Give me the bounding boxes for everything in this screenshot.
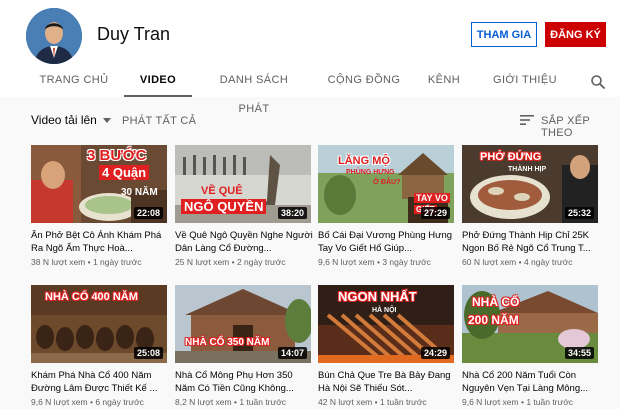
subscribe-button[interactable]: ĐĂNG KÝ bbox=[545, 22, 606, 47]
video-thumbnail[interactable]: 3 BƯỚC 4 Quận 30 NĂM 22:08 bbox=[31, 145, 167, 223]
video-duration: 22:08 bbox=[133, 207, 163, 219]
video-views: 8,2 N lượt xem bbox=[175, 397, 232, 407]
video-title[interactable]: Nhà Cổ 200 Năm Tuổi Còn Nguyên Vẹn Tại L… bbox=[462, 369, 602, 395]
channel-avatar[interactable] bbox=[26, 8, 82, 64]
thumbnail-text: NGON NHẤT bbox=[338, 289, 417, 304]
thumbnail-text: Ở ĐÂU? bbox=[373, 179, 401, 186]
sort-icon[interactable] bbox=[520, 114, 534, 126]
uploads-filter[interactable]: Video tải lên bbox=[31, 113, 111, 127]
video-duration: 25:32 bbox=[564, 207, 594, 219]
video-thumbnail[interactable]: LĂNG MỘ PHÙNG HƯNG Ở ĐÂU? TAY VO GIẾT 27… bbox=[318, 145, 454, 223]
avatar-image bbox=[26, 8, 82, 64]
thumbnail-text: PHỞ ĐỨNG bbox=[480, 151, 542, 163]
thumbnail-text: NHÀ CỔ 400 NĂM bbox=[45, 291, 138, 303]
video-meta: 42 N lượt xem • 1 tuần trước bbox=[318, 397, 427, 407]
video-views: 42 N lượt xem bbox=[318, 397, 373, 407]
video-duration: 25:08 bbox=[133, 347, 163, 359]
tab-videos[interactable]: VIDEO bbox=[124, 66, 192, 97]
thumbnail-text: HÀ NỘI bbox=[372, 307, 397, 314]
video-age: 1 tuần trước bbox=[239, 397, 287, 407]
video-duration: 24:29 bbox=[420, 347, 450, 359]
video-views: 25 N lượt xem bbox=[175, 257, 230, 267]
video-title[interactable]: Nhà Cổ Mông Phụ Hơn 350 Năm Có Tiền Cũng… bbox=[175, 369, 315, 395]
video-thumbnail[interactable]: VỀ QUÊ NGÔ QUYỀN 38:20 bbox=[175, 145, 311, 223]
video-title[interactable]: Bún Chả Que Tre Bà Bảy Đang Hà Nội Sẽ Th… bbox=[318, 369, 458, 395]
video-duration: 38:20 bbox=[277, 207, 307, 219]
thumbnail-text: PHÙNG HƯNG bbox=[346, 169, 395, 176]
tab-channels[interactable]: KÊNH bbox=[424, 66, 464, 97]
video-meta: 8,2 N lượt xem • 1 tuần trước bbox=[175, 397, 287, 407]
video-age: 1 ngày trước bbox=[92, 257, 142, 267]
video-duration: 27:29 bbox=[420, 207, 450, 219]
thumbnail-text: LĂNG MỘ bbox=[338, 155, 390, 167]
tab-home[interactable]: TRANG CHỦ bbox=[34, 66, 114, 97]
video-views: 9,6 N lượt xem bbox=[31, 397, 88, 407]
video-views: 9,6 N lượt xem bbox=[318, 257, 375, 267]
uploads-filter-label: Video tải lên bbox=[31, 113, 97, 127]
sort-button[interactable]: SẮP XẾP THEO bbox=[541, 115, 620, 139]
video-age: 1 tuần trước bbox=[526, 397, 574, 407]
tab-playlists[interactable]: DANH SÁCH PHÁT bbox=[204, 66, 304, 115]
thumbnail-text: 200 NĂM bbox=[468, 313, 519, 327]
video-views: 9,6 N lượt xem bbox=[462, 397, 519, 407]
video-title[interactable]: Khám Phá Nhà Cổ 400 Năm Đường Lâm Được T… bbox=[31, 369, 171, 395]
play-all-button[interactable]: PHÁT TẤT CẢ bbox=[122, 115, 196, 127]
thumbnail-text: NHÀ CỔ 350 NĂM bbox=[185, 337, 270, 348]
channel-tabs: TRANG CHỦ VIDEO DANH SÁCH PHÁT CỘNG ĐỒNG… bbox=[0, 66, 620, 115]
caret-down-icon bbox=[102, 118, 111, 124]
thumbnail-text: 3 BƯỚC bbox=[87, 147, 147, 164]
video-title[interactable]: Bố Cái Đại Vương Phùng Hưng Tay Vo Giết … bbox=[318, 229, 458, 255]
video-age: 3 ngày trước bbox=[382, 257, 431, 267]
video-meta: 38 N lượt xem • 1 ngày trước bbox=[31, 257, 142, 267]
channel-header: Duy Tran THAM GIA ĐĂNG KÝ TRANG CHỦ VIDE… bbox=[0, 0, 620, 115]
thumbnail-text: NHÀ CỔ bbox=[472, 295, 520, 309]
video-meta: 9,6 N lượt xem • 6 ngày trước bbox=[31, 397, 144, 407]
thumbnail-text: TAY VO bbox=[414, 193, 450, 203]
video-views: 38 N lượt xem bbox=[31, 257, 86, 267]
thumbnail-text: VỀ QUÊ bbox=[201, 185, 243, 197]
tab-about[interactable]: GIỚI THIỆU bbox=[490, 66, 560, 97]
video-thumbnail[interactable]: NHÀ CỔ 350 NĂM 14:07 bbox=[175, 285, 311, 363]
video-meta: 9,6 N lượt xem • 3 ngày trước bbox=[318, 257, 431, 267]
video-age: 4 ngày trước bbox=[523, 257, 573, 267]
thumbnail-text: THÀNH HỊP bbox=[508, 166, 547, 173]
channel-name[interactable]: Duy Tran bbox=[97, 24, 170, 45]
video-age: 1 tuần trước bbox=[379, 397, 427, 407]
video-thumbnail[interactable]: PHỞ ĐỨNG THÀNH HỊP 25:32 bbox=[462, 145, 598, 223]
video-age: 2 ngày trước bbox=[236, 257, 286, 267]
tab-community[interactable]: CỘNG ĐỒNG bbox=[326, 66, 402, 97]
video-duration: 14:07 bbox=[277, 347, 307, 359]
video-title[interactable]: Về Quê Ngô Quyền Nghe Người Dân Làng Cổ … bbox=[175, 229, 315, 255]
thumbnail-text: 30 NĂM bbox=[121, 187, 158, 198]
video-title[interactable]: Phở Đứng Thành Hịp Chỉ 25K Ngon Bố Rẻ Ng… bbox=[462, 229, 602, 255]
video-thumbnail[interactable]: NHÀ CỔ 200 NĂM 34:55 bbox=[462, 285, 598, 363]
video-meta: 60 N lượt xem • 4 ngày trước bbox=[462, 257, 573, 267]
video-meta: 25 N lượt xem • 2 ngày trước bbox=[175, 257, 286, 267]
video-meta: 9,6 N lượt xem • 1 tuần trước bbox=[462, 397, 574, 407]
thumbnail-text: NGÔ QUYỀN bbox=[181, 199, 267, 214]
video-age: 6 ngày trước bbox=[95, 397, 144, 407]
video-views: 60 N lượt xem bbox=[462, 257, 517, 267]
video-thumbnail[interactable]: NHÀ CỔ 400 NĂM 25:08 bbox=[31, 285, 167, 363]
video-thumbnail[interactable]: NGON NHẤT HÀ NỘI 24:29 bbox=[318, 285, 454, 363]
video-duration: 34:55 bbox=[564, 347, 594, 359]
join-button[interactable]: THAM GIA bbox=[471, 22, 537, 47]
search-icon[interactable] bbox=[590, 74, 606, 90]
thumbnail-text: 4 Quận bbox=[99, 165, 150, 180]
video-title[interactable]: Ăn Phở Bệt Cô Ánh Khám Phá Ra Ngõ Ẩm Thự… bbox=[31, 229, 171, 255]
